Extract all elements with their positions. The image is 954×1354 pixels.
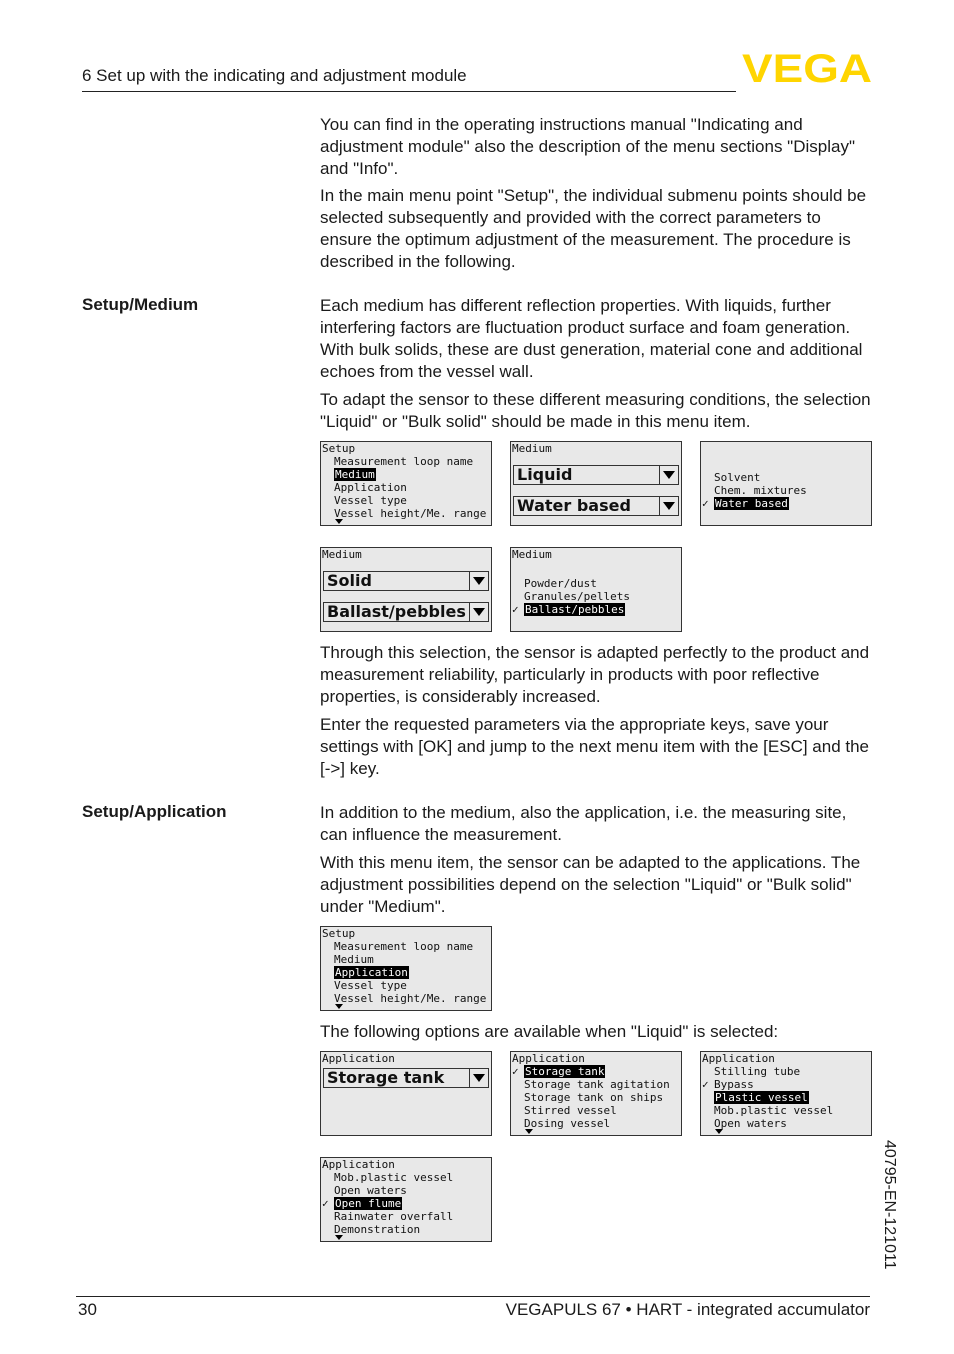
lcd-application-dropdown: Application Storage tank [320, 1051, 492, 1136]
menu-item: Vessel height/Me. range [334, 507, 487, 520]
menu-item: Rainwater overfall [334, 1210, 454, 1223]
intro-paragraph-1: You can find in the operating instructio… [320, 115, 855, 178]
dropdown-arrow-icon [659, 497, 678, 515]
menu-item: Granules/pellets [524, 590, 630, 603]
dropdown-arrow-icon [659, 466, 678, 484]
medium-paragraph-1: Each medium has different reflection pro… [320, 296, 863, 381]
menu-item: Storage tank agitation [524, 1078, 670, 1091]
subtype-dropdown: Water based [513, 496, 679, 516]
dropdown-value: Liquid [517, 465, 573, 484]
medium-dropdown: Solid [323, 571, 489, 591]
scroll-down-icon [525, 1129, 533, 1134]
dropdown-value: Water based [517, 496, 631, 515]
lcd-title: Application [512, 1052, 585, 1065]
menu-item-selected: Ballast/pebbles [524, 603, 626, 616]
menu-item: Chem. mixtures [714, 484, 807, 497]
dropdown-arrow-icon [469, 1069, 488, 1087]
menu-item-selected: Storage tank [524, 1065, 606, 1078]
menu-item: Mob.plastic vessel [714, 1104, 834, 1117]
menu-item: Stirred vessel [524, 1104, 617, 1117]
checkmark-icon: ✓ [322, 1197, 329, 1210]
application-paragraph-3: The following options are available when… [320, 1022, 779, 1041]
application-paragraph-2: With this menu item, the sensor can be a… [320, 853, 861, 916]
scroll-down-icon [335, 1004, 343, 1009]
application-dropdown: Storage tank [323, 1068, 489, 1088]
menu-item-selected: Open flume [334, 1197, 403, 1210]
menu-item-selected: Plastic vessel [714, 1091, 809, 1104]
menu-item: Storage tank on ships [524, 1091, 664, 1104]
menu-item: Bypass [714, 1078, 754, 1091]
page-number: 30 [78, 1300, 97, 1319]
lcd-title: Medium [512, 442, 552, 455]
checkmark-icon: ✓ [702, 497, 709, 510]
lcd-medium-solid: Medium Solid Ballast/pebbles [320, 547, 492, 632]
menu-item: Demonstration [334, 1223, 421, 1236]
checkmark-icon: ✓ [702, 1078, 709, 1091]
menu-item-selected: Water based [714, 497, 789, 510]
svg-text:VEGA: VEGA [742, 50, 872, 84]
menu-item: Vessel height/Me. range [334, 992, 487, 1005]
lcd-setup-application: Setup Measurement loop name Medium Appli… [320, 926, 492, 1011]
menu-item: Medium [334, 953, 374, 966]
medium-paragraph-3: Through this selection, the sensor is ad… [320, 643, 870, 706]
dropdown-value: Ballast/pebbles [327, 602, 466, 621]
menu-item: Vessel type [334, 494, 407, 507]
menu-item: Mob.plastic vessel [334, 1171, 454, 1184]
lcd-title: Medium [512, 548, 552, 561]
scroll-down-icon [335, 519, 343, 524]
lcd-application-list-2: Application Stilling tube ✓ Bypass Plast… [700, 1051, 872, 1136]
medium-paragraph-2: To adapt the sensor to these different m… [320, 390, 871, 431]
dropdown-value: Storage tank [327, 1068, 445, 1087]
subtype-dropdown: Ballast/pebbles [323, 602, 489, 622]
menu-item: Measurement loop name [334, 455, 474, 468]
document-number: 40795-EN-121011 [881, 1140, 898, 1270]
lcd-medium-list: Solvent Chem. mixtures ✓ Water based [700, 441, 872, 526]
product-name: VEGAPULS 67 • HART - integrated accumula… [505, 1300, 870, 1319]
lcd-title: Application [322, 1052, 395, 1065]
menu-item: Measurement loop name [334, 940, 474, 953]
vega-logo: VEGA [742, 50, 872, 84]
lcd-title: Application [702, 1052, 775, 1065]
checkmark-icon: ✓ [512, 603, 519, 616]
medium-paragraph-4: Enter the requested parameters via the a… [320, 715, 870, 778]
side-heading-medium: Setup/Medium [82, 295, 199, 314]
checkmark-icon: ✓ [512, 1065, 519, 1078]
lcd-medium-liquid: Medium Liquid Water based [510, 441, 682, 526]
menu-item: Stilling tube [714, 1065, 801, 1078]
medium-dropdown: Liquid [513, 465, 679, 485]
menu-item: Vessel type [334, 979, 407, 992]
menu-item: Open waters [714, 1117, 787, 1130]
intro-paragraph-2: In the main menu point "Setup", the indi… [320, 186, 867, 271]
menu-item-selected: Application [334, 966, 409, 979]
lcd-title: Application [322, 1158, 395, 1171]
menu-item-selected: Medium [334, 468, 376, 481]
scroll-down-icon [715, 1129, 723, 1134]
lcd-application-list-3: Application Mob.plastic vessel Open wate… [320, 1157, 492, 1242]
section-title: 6 Set up with the indicating and adjustm… [82, 66, 467, 85]
dropdown-value: Solid [327, 571, 372, 590]
dropdown-arrow-icon [469, 572, 488, 590]
lcd-setup-medium: Setup Measurement loop name Medium Appli… [320, 441, 492, 526]
lcd-title: Setup [322, 927, 356, 940]
application-paragraph-1: In addition to the medium, also the appl… [320, 803, 847, 844]
lcd-title: Medium [322, 548, 362, 561]
lcd-application-list-1: Application ✓ Storage tank Storage tank … [510, 1051, 682, 1136]
header-divider [82, 91, 736, 92]
side-heading-application: Setup/Application [82, 802, 227, 821]
lcd-medium-solid-list: Medium Powder/dust Granules/pellets ✓ Ba… [510, 547, 682, 632]
lcd-title: Setup [322, 442, 356, 455]
menu-item: Open waters [334, 1184, 407, 1197]
menu-item: Dosing vessel [524, 1117, 611, 1130]
footer-divider [76, 1296, 870, 1297]
dropdown-arrow-icon [469, 603, 488, 621]
menu-item: Solvent [714, 471, 761, 484]
menu-item: Application [334, 481, 407, 494]
scroll-down-icon [335, 1235, 343, 1240]
menu-item: Powder/dust [524, 577, 597, 590]
